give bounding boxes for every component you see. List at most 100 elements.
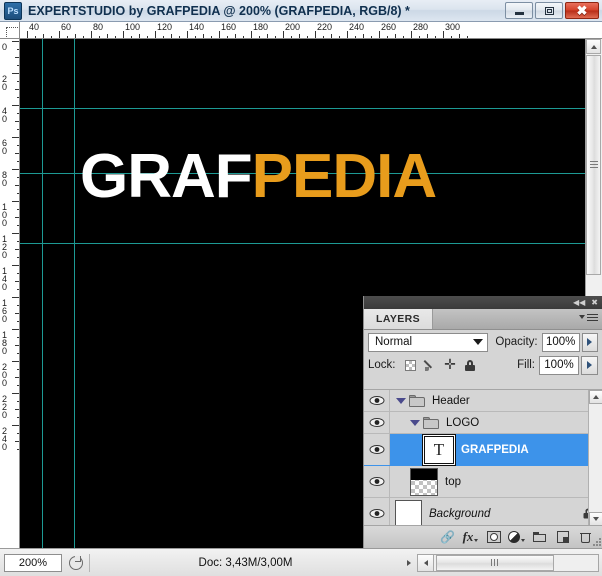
ruler-label: 120 — [2, 234, 8, 260]
vertical-ruler[interactable]: 0 20 40 60 80 100 120 140 160 180 200 220 240 — [0, 39, 20, 548]
layer-name: LOGO — [446, 416, 480, 429]
vertical-scroll-thumb[interactable] — [586, 55, 601, 275]
ruler-tick — [15, 249, 19, 250]
scroll-left-button[interactable] — [418, 554, 434, 571]
lock-all-icon[interactable] — [463, 358, 478, 373]
add-layer-mask-icon[interactable] — [482, 527, 505, 547]
panel-resize-grip[interactable] — [592, 537, 601, 546]
chevron-left-icon — [423, 559, 428, 566]
group-disclosure-triangle[interactable] — [408, 417, 421, 428]
link-layers-icon[interactable]: 🔗 — [436, 527, 459, 547]
layer-list-scroll-down[interactable] — [589, 512, 602, 525]
zoom-level-input[interactable]: 200% — [4, 553, 62, 572]
layer-row[interactable]: top — [364, 466, 602, 498]
ruler-tick — [451, 36, 452, 38]
opacity-slider-button[interactable] — [581, 332, 598, 352]
canvas-horizontal-scrollbar[interactable] — [417, 553, 599, 572]
eye-icon — [369, 417, 385, 428]
layer-thumbnail-background[interactable] — [395, 499, 422, 525]
layer-row[interactable]: Header — [364, 390, 602, 412]
group-disclosure-triangle[interactable] — [394, 395, 407, 406]
ruler-tick — [12, 41, 19, 42]
ruler-tick — [347, 31, 348, 38]
layer-visibility-toggle[interactable] — [364, 434, 390, 465]
layer-list-scrollbar[interactable] — [588, 390, 602, 525]
ruler-tick — [235, 34, 236, 38]
lock-position-icon[interactable]: ✛ — [443, 358, 458, 373]
ruler-tick — [67, 36, 68, 38]
layer-visibility-toggle[interactable] — [364, 412, 390, 433]
ruler-tick — [15, 121, 19, 122]
layer-visibility-toggle[interactable] — [364, 466, 390, 497]
ruler-tick — [17, 209, 19, 210]
layer-row[interactable]: LOGO — [364, 412, 602, 434]
layer-thumbnail-pixel[interactable] — [410, 467, 438, 496]
tab-layers[interactable]: LAYERS — [364, 309, 434, 329]
status-expand-button[interactable] — [401, 554, 417, 572]
layer-list[interactable]: Header LOGO T GRAFPEDIA top Background — [364, 389, 602, 525]
ruler-label: 140 — [2, 266, 8, 292]
new-layer-icon[interactable] — [551, 527, 574, 547]
layer-visibility-toggle[interactable] — [364, 390, 390, 411]
fill-input[interactable]: 100% — [539, 355, 579, 375]
blend-mode-row: Normal Opacity: 100% — [364, 330, 602, 354]
layers-panel: ◀◀ ✖ LAYERS Normal Opacity: 100% Lock: ✛… — [363, 296, 602, 548]
ruler-tick — [403, 36, 404, 38]
ruler-tick — [331, 34, 332, 38]
guide-vertical[interactable] — [42, 39, 43, 548]
minimize-icon — [514, 11, 524, 15]
ruler-tick — [17, 177, 19, 178]
guide-vertical[interactable] — [74, 39, 75, 548]
ruler-tick — [283, 31, 284, 38]
ruler-label: 260 — [381, 22, 397, 32]
fill-slider-button[interactable] — [581, 355, 598, 375]
logo-text-pedia: PEDIA — [251, 142, 437, 211]
guide-horizontal[interactable] — [20, 108, 602, 109]
ruler-label: 220 — [317, 22, 333, 32]
ruler-tick — [155, 31, 156, 38]
panel-title-bar: ◀◀ ✖ — [364, 296, 602, 309]
blend-mode-select[interactable]: Normal — [368, 332, 489, 352]
layer-list-scroll-up[interactable] — [589, 390, 602, 404]
ruler-tick — [12, 201, 19, 202]
ruler-tick — [387, 36, 388, 38]
ruler-tick — [267, 34, 268, 38]
panel-tab-strip: LAYERS — [364, 309, 602, 330]
ruler-tick — [15, 153, 19, 154]
lock-transparent-pixels-icon[interactable] — [403, 358, 418, 373]
opacity-input[interactable]: 100% — [541, 332, 580, 352]
document-preview-icon[interactable] — [67, 554, 85, 572]
horizontal-ruler[interactable]: 40 60 80 100 120 140 160 180 200 220 240 260 280 300 — [20, 22, 602, 39]
ruler-tick — [12, 233, 19, 234]
ruler-label: 100 — [125, 22, 141, 32]
layer-thumbnail-text[interactable]: T — [424, 435, 454, 464]
ruler-tick — [12, 105, 19, 106]
lock-image-pixels-icon[interactable] — [423, 358, 438, 373]
panel-menu-icon[interactable] — [579, 314, 598, 325]
ruler-tick — [75, 34, 76, 38]
guide-horizontal[interactable] — [20, 243, 602, 244]
ruler-tick — [15, 57, 19, 58]
ruler-origin-corner[interactable] — [0, 22, 20, 39]
photoshop-window: Ps EXPERTSTUDIO by GRAFPEDIA @ 200% (GRA… — [0, 0, 602, 576]
new-group-icon[interactable] — [528, 527, 551, 547]
ruler-label: 80 — [93, 22, 104, 32]
close-panel-icon[interactable]: ✖ — [591, 298, 598, 307]
maximize-button[interactable] — [535, 2, 563, 19]
ruler-tick — [35, 36, 36, 38]
ruler-tick — [275, 36, 276, 38]
scroll-up-button[interactable] — [586, 39, 601, 54]
ruler-tick — [99, 36, 100, 38]
layer-row-selected[interactable]: T GRAFPEDIA — [364, 434, 602, 466]
layer-style-fx-icon[interactable]: fx — [459, 527, 482, 547]
new-adjustment-layer-icon[interactable] — [505, 527, 528, 547]
minimize-button[interactable] — [505, 2, 533, 19]
layer-row[interactable]: Background — [364, 498, 602, 525]
close-button[interactable]: ✖ — [565, 2, 599, 19]
layer-visibility-toggle[interactable] — [364, 498, 390, 525]
ruler-tick — [211, 36, 212, 38]
ruler-tick — [187, 31, 188, 38]
collapse-panel-icon[interactable]: ◀◀ — [573, 298, 585, 307]
ruler-tick — [15, 313, 19, 314]
horizontal-scroll-thumb[interactable] — [436, 554, 554, 571]
